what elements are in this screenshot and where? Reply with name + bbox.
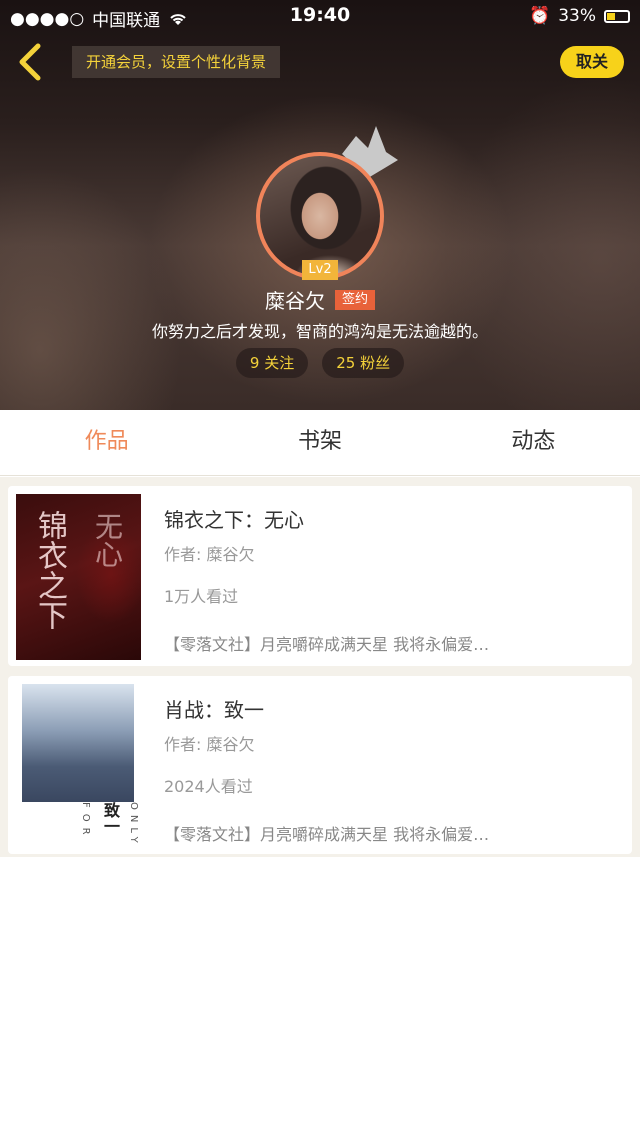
unfollow-button[interactable]: 取关	[560, 46, 624, 78]
profile-bio: 你努力之后才发现，智商的鸿沟是无法逾越的。	[151, 322, 488, 341]
battery-icon	[604, 9, 630, 23]
cover-letters: FOR	[80, 802, 91, 841]
vip-background-banner[interactable]: 开通会员，设置个性化背景	[72, 46, 281, 78]
book-description: 【零落文社】月亮嚼碎成满天星 我将永偏爱…	[164, 825, 490, 844]
book-views: 1万人看过	[164, 587, 239, 606]
work-card[interactable]: 锦衣之下 无心 锦衣之下：无心 作者: 糜谷欠 1万人看过 【零落文社】月亮嚼碎…	[8, 486, 632, 666]
cover-only: ONLY	[128, 802, 139, 848]
following-count[interactable]: 9 关注	[235, 348, 309, 378]
level-badge: Lv2	[302, 260, 338, 280]
alarm-icon: ⏰	[529, 6, 551, 26]
book-author: 作者: 糜谷欠	[164, 735, 255, 754]
followers-count[interactable]: 25 粉丝	[322, 348, 405, 378]
cover-calligraphy: 锦衣之下	[32, 510, 67, 630]
status-bar: ●●●●○ 中国联通 19:40 ⏰ 33%	[0, 0, 640, 34]
profile-header: ●●●●○ 中国联通 19:40 ⏰ 33% 开通会员，设置个性化背景 取关 L…	[0, 0, 640, 410]
stats-row: 9 关注 25 粉丝	[0, 348, 640, 378]
back-button[interactable]	[12, 40, 52, 84]
name-row: 糜谷欠 签约	[0, 285, 640, 314]
book-cover: FOR 致一 ONLY	[16, 684, 141, 850]
tab-bookshelf[interactable]: 书架	[213, 410, 426, 475]
username: 糜谷欠	[264, 289, 325, 313]
book-cover: 锦衣之下 无心	[16, 494, 141, 660]
book-views: 2024人看过	[164, 777, 253, 796]
cover-calligraphy-secondary: 无心	[91, 512, 124, 568]
book-title: 肖战：致一	[164, 698, 264, 722]
tab-works[interactable]: 作品	[0, 410, 213, 475]
tab-activity[interactable]: 动态	[427, 410, 640, 475]
cover-title: 致一	[101, 802, 120, 834]
work-card[interactable]: FOR 致一 ONLY 肖战：致一 作者: 糜谷欠 2024人看过 【零落文社】…	[8, 676, 632, 854]
cover-photo	[22, 684, 134, 802]
battery-percent: 33%	[558, 6, 596, 26]
status-right: ⏰ 33%	[529, 6, 630, 26]
signed-badge: 签约	[334, 289, 375, 310]
book-author: 作者: 糜谷欠	[164, 545, 255, 564]
profile-tabs: 作品 书架 动态	[0, 410, 640, 476]
book-title: 锦衣之下：无心	[164, 508, 304, 532]
book-description: 【零落文社】月亮嚼碎成满天星 我将永偏爱…	[164, 635, 490, 654]
works-list: 锦衣之下 无心 锦衣之下：无心 作者: 糜谷欠 1万人看过 【零落文社】月亮嚼碎…	[0, 477, 640, 857]
